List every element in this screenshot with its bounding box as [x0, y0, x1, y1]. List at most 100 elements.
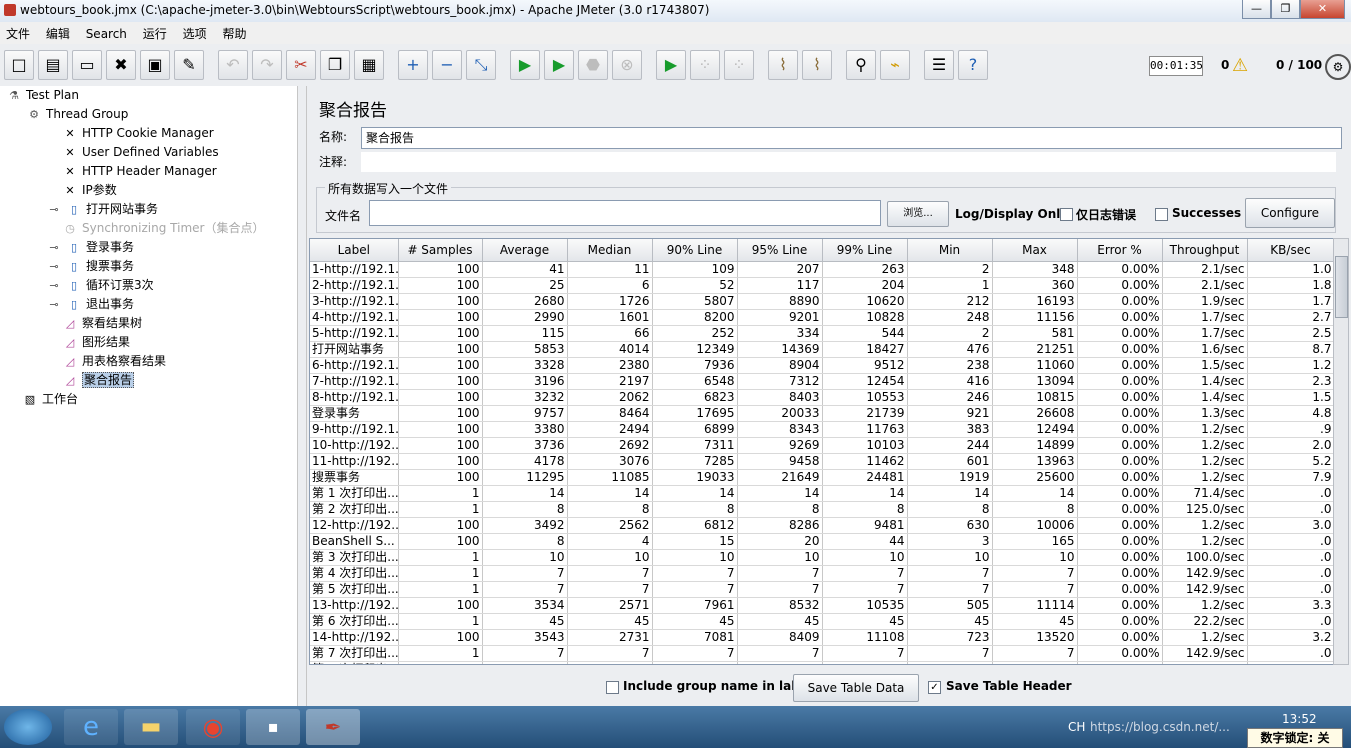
tree-item[interactable]: ✕ IP参数	[62, 181, 116, 199]
start-no-pauses-icon[interactable]: ▶	[544, 50, 574, 80]
menu-edit[interactable]: 编辑	[40, 22, 76, 42]
filename-input[interactable]	[369, 200, 881, 226]
warning-icon[interactable]: ⚠	[1232, 55, 1248, 76]
tree-item[interactable]: ⚙ Thread Group	[26, 105, 128, 123]
column-header[interactable]: 99% Line	[822, 239, 908, 262]
toggle-icon[interactable]: ⤡	[466, 50, 496, 80]
column-header[interactable]: Error %	[1077, 239, 1163, 262]
table-row[interactable]: 第 5 次打印出... 1 7 7 7 7 7 7 7 0.00% 142.9/sec .0	[310, 581, 1334, 598]
scroll-thumb[interactable]	[1335, 256, 1348, 318]
help-icon[interactable]: ?	[958, 50, 988, 80]
clock[interactable]: 13:52	[1282, 712, 1317, 726]
save-as-icon[interactable]: ✎	[174, 50, 204, 80]
tree-item[interactable]: ⚗ Test Plan	[6, 86, 79, 104]
expand-handle-icon[interactable]: ⊸	[46, 241, 62, 255]
remote-start-icon[interactable]: ▶	[656, 50, 686, 80]
name-input[interactable]: 聚合报告	[361, 127, 1342, 149]
start-icon[interactable]: ▶	[510, 50, 540, 80]
expand-handle-icon[interactable]: ⊸	[46, 298, 62, 312]
tree-item[interactable]: ⊸ ▯ 搜票事务	[46, 257, 134, 275]
table-row[interactable]: 14-http://192.... 100 3543 2731 7081 8409 1110…	[310, 629, 1334, 646]
table-row[interactable]: 第 2 次打印出... 1 8 8 8 8 8 8 8 0.00% 125.0/sec .0	[310, 501, 1334, 518]
table-row[interactable]: 5-http://192.1... 100 115 66 252 334 544 2 581 0.…	[310, 325, 1334, 342]
tree-item[interactable]: ◿ 图形结果	[62, 333, 130, 351]
split-pane-divider[interactable]	[298, 86, 307, 706]
clear-all-icon[interactable]: ⌇	[802, 50, 832, 80]
cmd-icon[interactable]: ▪	[246, 709, 300, 745]
table-row[interactable]: 7-http://192.1... 100 3196 2197 6548 7312 1245…	[310, 373, 1334, 390]
table-row[interactable]: 6-http://192.1... 100 3328 2380 7936 8904 9512…	[310, 357, 1334, 374]
tree-item[interactable]: ⊸ ▯ 循环订票3次	[46, 276, 153, 294]
expand-icon[interactable]: +	[398, 50, 428, 80]
table-row[interactable]: 第 4 次打印出... 1 7 7 7 7 7 7 7 0.00% 142.9/sec .0	[310, 565, 1334, 582]
table-row[interactable]: 10-http://192.... 100 3736 2692 7311 9269 1010…	[310, 437, 1334, 454]
tree-item[interactable]: ⊸ ▯ 打开网站事务	[46, 200, 158, 218]
table-row[interactable]: 4-http://192.1... 100 2990 1601 8200 9201 1082…	[310, 309, 1334, 326]
table-row[interactable]: 搜票事务 100 11295 11085 19033 21649 24481 1919 2560…	[310, 469, 1334, 486]
search-icon[interactable]: ⚲	[846, 50, 876, 80]
include-group-checkbox[interactable]	[606, 681, 619, 694]
maximize-button[interactable]: ❐	[1271, 0, 1300, 19]
shutdown-icon[interactable]: ⊗	[612, 50, 642, 80]
table-row[interactable]: 1-http://192.1... 100 41 11 109 207 263 2 348 0.0…	[310, 261, 1334, 278]
tree-item[interactable]: ✕ User Defined Variables	[62, 143, 218, 161]
column-header[interactable]: Average	[482, 239, 568, 262]
column-header[interactable]: Median	[567, 239, 653, 262]
table-row[interactable]: 第 3 次打印出... 1 10 10 10 10 10 10 10 0.00% 100.0/sec…	[310, 549, 1334, 566]
table-row[interactable]: 第 8 次打印出...166666660.00%166.7/sec.0	[310, 661, 1334, 664]
reset-search-icon[interactable]: ⌁	[880, 50, 910, 80]
table-row[interactable]: 9-http://192.1... 100 3380 2494 6899 8343 1176…	[310, 421, 1334, 438]
templates-icon[interactable]: ▤	[38, 50, 68, 80]
tree-item[interactable]: ◿ 察看结果树	[62, 314, 142, 332]
table-row[interactable]: 第 1 次打印出... 1 14 14 14 14 14 14 14 0.00% 71.4/sec.…	[310, 485, 1334, 502]
save-header-checkbox[interactable]: ✓	[928, 681, 941, 694]
close-button[interactable]: ✕	[1300, 0, 1345, 19]
table-row[interactable]: 第 7 次打印出... 1 7 7 7 7 7 7 7 0.00% 142.9/sec .0	[310, 645, 1334, 662]
table-row[interactable]: 12-http://192.... 100 3492 2562 6812 8286 9481…	[310, 517, 1334, 534]
new-icon[interactable]: □	[4, 50, 34, 80]
menu-file[interactable]: 文件	[0, 22, 36, 42]
table-row[interactable]: 8-http://192.1... 100 3232 2062 6823 8403 1055…	[310, 389, 1334, 406]
column-header[interactable]: KB/sec	[1247, 239, 1334, 262]
column-header[interactable]: Min	[907, 239, 993, 262]
ie-icon[interactable]: e	[64, 709, 118, 745]
open-icon[interactable]: ▭	[72, 50, 102, 80]
comment-input[interactable]	[361, 152, 1336, 172]
cut-icon[interactable]: ✂	[286, 50, 316, 80]
redo-icon[interactable]: ↷	[252, 50, 282, 80]
tree-item[interactable]: ◿ 用表格察看结果	[62, 352, 166, 370]
save-table-data-button[interactable]: Save Table Data	[793, 674, 919, 702]
tree-item[interactable]: ✕ HTTP Cookie Manager	[62, 124, 213, 142]
column-header[interactable]: 90% Line	[652, 239, 738, 262]
tree-item[interactable]: ⊸ ▯ 登录事务	[46, 238, 134, 256]
table-scrollbar[interactable]	[1333, 238, 1349, 665]
tree-item[interactable]: ▧ 工作台	[22, 390, 78, 408]
stop-icon[interactable]: ⬣	[578, 50, 608, 80]
table-row[interactable]: 13-http://192.... 100 3534 2571 7961 8532 1053…	[310, 597, 1334, 614]
copy-icon[interactable]: ❐	[320, 50, 350, 80]
table-row[interactable]: 2-http://192.1... 100 25 6 52 117 204 1 360 0.00%…	[310, 277, 1334, 294]
table-row[interactable]: 登录事务 100 9757 8464 17695 20033 21739 921 26608 0.…	[310, 405, 1334, 422]
undo-icon[interactable]: ↶	[218, 50, 248, 80]
function-helper-icon[interactable]: ☰	[924, 50, 954, 80]
column-header[interactable]: Label	[310, 239, 399, 262]
table-row[interactable]: 第 6 次打印出... 1 45 45 45 45 45 45 45 0.00% 22.2/sec.…	[310, 613, 1334, 630]
configure-button[interactable]: Configure	[1245, 198, 1335, 228]
tree-item[interactable]: ◷ Synchronizing Timer（集合点）	[62, 219, 264, 237]
clear-icon[interactable]: ⌇	[768, 50, 798, 80]
column-header[interactable]: Throughput	[1162, 239, 1248, 262]
table-row[interactable]: BeanShell S... 100 8 4 15 20 44 3 165 0.00% 1.2/se…	[310, 533, 1334, 550]
start-button-icon[interactable]	[4, 709, 52, 745]
browse-button[interactable]: 浏览...	[887, 201, 949, 227]
collapse-icon[interactable]: −	[432, 50, 462, 80]
chrome-icon[interactable]: ◉	[186, 709, 240, 745]
minimize-button[interactable]: —	[1242, 0, 1271, 19]
column-header[interactable]: 95% Line	[737, 239, 823, 262]
tree-item[interactable]: ⊸ ▯ 退出事务	[46, 295, 134, 313]
tree-item-selected[interactable]: ◿ 聚合报告	[62, 371, 135, 389]
remote-shutdown-icon[interactable]: ⁘	[724, 50, 754, 80]
save-icon[interactable]: ▣	[140, 50, 170, 80]
menu-search[interactable]: Search	[80, 24, 133, 41]
menu-help[interactable]: 帮助	[216, 22, 252, 42]
close-file-icon[interactable]: ✖	[106, 50, 136, 80]
